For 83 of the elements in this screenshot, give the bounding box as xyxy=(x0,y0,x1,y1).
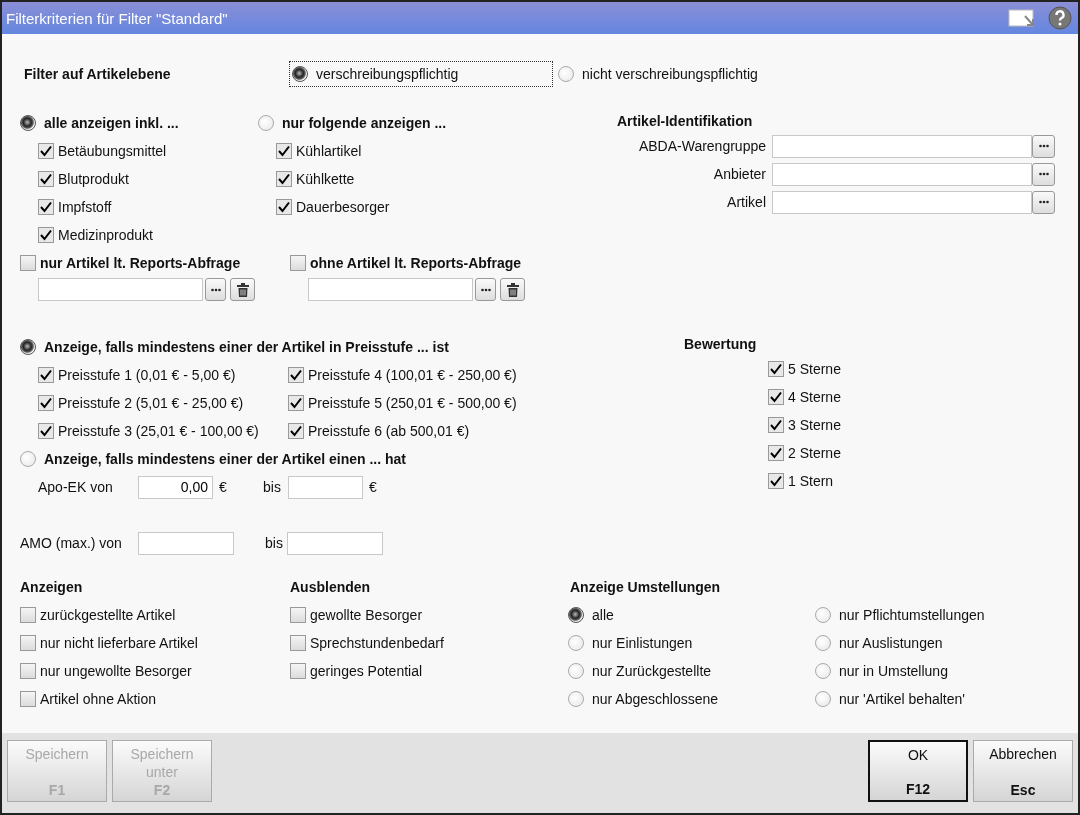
browse-button[interactable] xyxy=(1032,162,1055,186)
radio-option[interactable]: nur 'Artikel behalten' xyxy=(815,685,965,713)
radio-option[interactable]: verschreibungspflichtig xyxy=(289,61,553,87)
browse-button[interactable] xyxy=(205,278,226,301)
checkbox-option[interactable]: 3 Sterne xyxy=(768,411,841,439)
delete-button[interactable] xyxy=(230,278,255,301)
input-field[interactable] xyxy=(772,134,1032,158)
checkbox-option[interactable]: Artikel ohne Aktion xyxy=(20,685,156,713)
checkbox-option[interactable]: Medizinprodukt xyxy=(38,221,153,249)
checkbox-option[interactable]: Sprechstundenbedarf xyxy=(290,629,444,657)
field-label: AMO (max.) von xyxy=(20,535,123,551)
radio-option[interactable]: Anzeige, falls mindestens einer der Artikel in Preisstufe ... ist xyxy=(20,333,449,361)
radio-option[interactable]: nur Pflichtumstellungen xyxy=(815,601,985,629)
checkbox-option[interactable]: ohne Artikel lt. Reports-Abfrage xyxy=(290,249,522,277)
checkbox-option[interactable]: gewollte Besorger xyxy=(290,601,423,629)
browse-button[interactable] xyxy=(1032,134,1055,158)
section-label: Bewertung xyxy=(684,335,758,354)
checkbox-option[interactable]: Preisstufe 4 (100,01 € - 250,00 €) xyxy=(288,361,517,389)
trash-icon xyxy=(236,282,249,297)
report-field[interactable] xyxy=(308,278,473,301)
checkbox-option[interactable]: nur Artikel lt. Reports-Abfrage xyxy=(20,249,241,277)
section-label: Filter auf Artikelebene xyxy=(23,66,172,82)
checkbox-option[interactable]: nur ungewollte Besorger xyxy=(20,657,192,685)
checkbox-option[interactable]: 4 Sterne xyxy=(768,383,841,411)
unit-label: € xyxy=(368,479,378,495)
checkbox-option[interactable]: 2 Sterne xyxy=(768,439,841,467)
checkbox-option[interactable]: Impfstoff xyxy=(38,193,112,221)
checkbox-option[interactable]: Preisstufe 3 (25,01 € - 100,00 €) xyxy=(38,417,259,445)
radio-option[interactable]: Anzeige, falls mindestens einer der Artikel einen ... hat xyxy=(20,445,407,473)
radio-option[interactable]: nicht verschreibungspflichtig xyxy=(555,61,763,87)
checkbox-option[interactable]: Kühlartikel xyxy=(276,137,362,165)
trash-icon xyxy=(506,282,519,297)
checkbox-option[interactable]: Betäubungsmittel xyxy=(38,137,167,165)
field-label: Anbieter xyxy=(712,166,766,182)
checkbox-option[interactable]: Preisstufe 1 (0,01 € - 5,00 €) xyxy=(38,361,236,389)
field-label: ABDA-Warengruppe xyxy=(637,138,766,154)
radio-option[interactable]: nur in Umstellung xyxy=(815,657,948,685)
radio-option[interactable]: alle anzeigen inkl. ... xyxy=(20,109,179,137)
browse-button[interactable] xyxy=(475,278,496,301)
input-field[interactable] xyxy=(288,475,363,499)
checkbox-option[interactable]: Kühlkette xyxy=(276,165,355,193)
radio-option[interactable]: nur Auslistungen xyxy=(815,629,943,657)
section-label: Artikel-Identifikation xyxy=(617,112,754,131)
ellipsis-icon xyxy=(1038,144,1049,148)
checkbox-option[interactable]: 5 Sterne xyxy=(768,355,841,383)
checkbox-option[interactable]: Preisstufe 5 (250,01 € - 500,00 €) xyxy=(288,389,517,417)
unit-label: € xyxy=(218,479,228,495)
checkbox-option[interactable]: Preisstufe 2 (5,01 € - 25,00 €) xyxy=(38,389,244,417)
input-field[interactable]: 0,00 xyxy=(138,475,213,499)
radio-option[interactable]: nur Abgeschlossene xyxy=(568,685,719,713)
delete-button[interactable] xyxy=(500,278,525,301)
ellipsis-icon xyxy=(1038,172,1049,176)
field-label: bis xyxy=(265,535,284,551)
checkbox-option[interactable]: Dauerbesorger xyxy=(276,193,390,221)
footer-button[interactable]: Abbrechen Esc xyxy=(973,740,1073,802)
field-label: bis xyxy=(263,479,282,495)
window-title: Filterkriterien für Filter "Standard" xyxy=(6,9,229,27)
section-label: Anzeigen xyxy=(20,578,84,597)
section-label: Anzeige Umstellungen xyxy=(570,578,722,597)
field-label: Artikel xyxy=(726,194,766,210)
input-field[interactable] xyxy=(138,531,234,555)
checkbox-option[interactable]: geringes Potential xyxy=(290,657,423,685)
radio-option[interactable]: nur Zurückgestellte xyxy=(568,657,712,685)
browse-button[interactable] xyxy=(1032,190,1055,214)
input-field[interactable] xyxy=(772,190,1032,214)
field-label: Apo-EK von xyxy=(38,479,114,495)
ellipsis-icon xyxy=(480,287,491,292)
checkbox-option[interactable]: zurückgestellte Artikel xyxy=(20,601,176,629)
checkbox-option[interactable]: nur nicht lieferbare Artikel xyxy=(20,629,198,657)
ellipsis-icon xyxy=(210,287,221,292)
radio-option[interactable]: nur Einlistungen xyxy=(568,629,693,657)
section-label: Ausblenden xyxy=(290,578,372,597)
ellipsis-icon xyxy=(1038,200,1049,204)
help-icon[interactable] xyxy=(1048,6,1072,30)
report-field[interactable] xyxy=(38,278,203,301)
checkbox-option[interactable]: Blutprodukt xyxy=(38,165,129,193)
input-field[interactable] xyxy=(287,531,383,555)
checkbox-option[interactable]: 1 Stern xyxy=(768,467,834,495)
radio-option[interactable]: nur folgende anzeigen ... xyxy=(258,109,447,137)
footer-button[interactable]: OK F12 xyxy=(868,740,968,802)
input-field[interactable] xyxy=(772,162,1032,186)
checkbox-option[interactable]: Preisstufe 6 (ab 500,01 €) xyxy=(288,417,470,445)
radio-option[interactable]: alle xyxy=(568,601,614,629)
